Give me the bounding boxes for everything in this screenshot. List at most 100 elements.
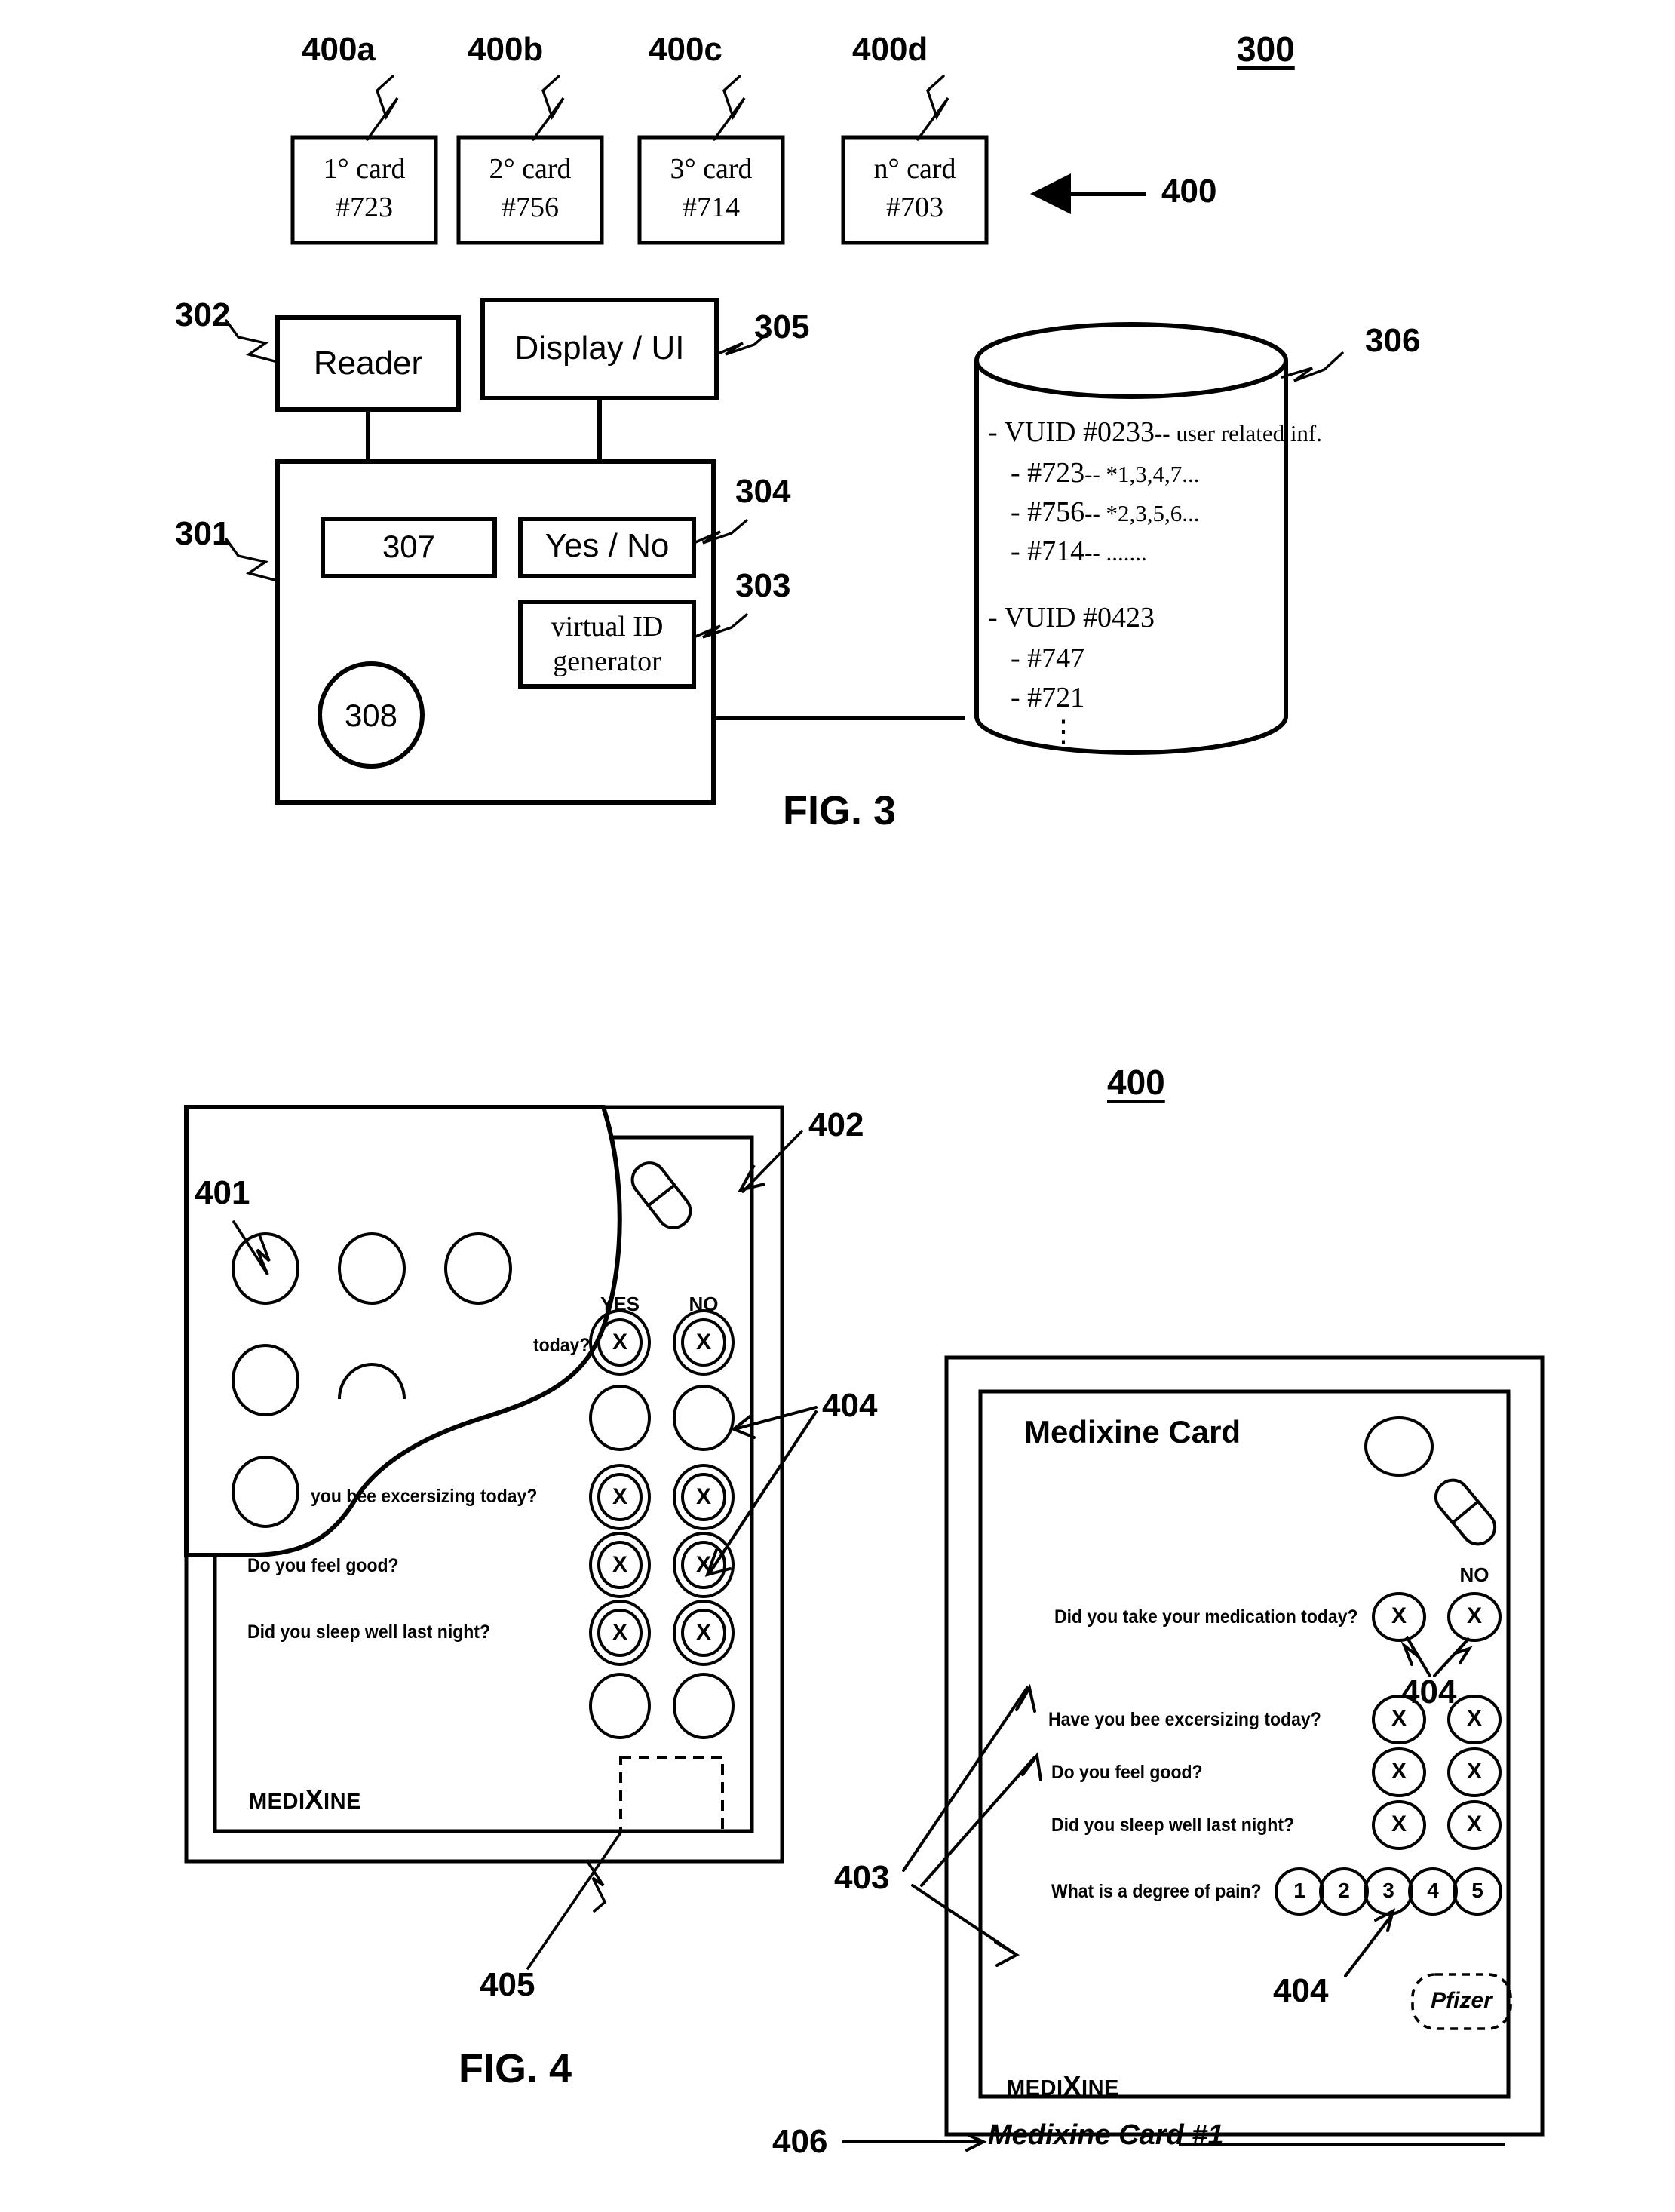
leader-404-right-bottom [1344,1914,1393,1977]
leader-403-b-arrow [1021,1752,1042,1781]
blister-cavity [1364,1416,1434,1477]
answer-x-glyph[interactable]: X [597,1486,643,1508]
answer-x-glyph[interactable]: X [597,1621,643,1644]
card-ref-400b: 400b [468,31,544,68]
answer-x-glyph[interactable]: X [681,1486,726,1508]
ref-306: 306 [1365,322,1421,359]
leader-403-c [911,1884,1016,1955]
leader-400a [366,75,399,141]
leader-402 [741,1130,803,1193]
leader-306 [1281,351,1344,382]
answer-x-glyph[interactable]: X [681,1331,726,1354]
answer-x-glyph[interactable]: X [1452,1813,1497,1836]
answer-x-glyph[interactable]: X [597,1331,643,1354]
answer-x-glyph[interactable]: X [1376,1760,1422,1783]
left-card-question: you bee excersizing today? [311,1486,538,1507]
database-entry-row: - #756-- *2,3,5,6... [1011,498,1200,526]
display-ui-block-label: Display / UI [514,330,685,367]
leader-404-right-top2 [1433,1637,1473,1677]
blister-cavity [338,1232,406,1305]
ref-406: 406 [772,2123,828,2160]
database-entry-tail: -- user related inf. [1154,420,1323,446]
right-card-outer [944,1355,1545,2137]
database-entry-main: - #756 [1011,496,1085,528]
answer-x-glyph[interactable]: X [1452,1760,1497,1783]
figure-number-300: 300 [1237,29,1295,69]
card-ref-400a: 400a [302,31,376,68]
ref-405: 405 [480,1966,535,2003]
reader-block-label: Reader [313,345,423,382]
leader-400b [532,75,565,141]
blister-cavity [444,1232,512,1305]
left-card-outer [184,1105,784,1864]
ref-301: 301 [175,515,231,552]
ref-303: 303 [735,567,791,604]
answer-x-glyph[interactable]: X [597,1554,643,1576]
ref-402: 402 [808,1106,864,1143]
answer-x-glyph[interactable]: X [1452,1605,1497,1628]
right-card-title: Medixine Card [1024,1414,1241,1450]
database-entry-row: - #714-- ....... [1011,537,1147,566]
card-400d-line2: #703 [886,192,943,223]
database-entry-main: - VUID #0233 [988,416,1155,448]
right-card-question: Did you sleep well last night? [1051,1815,1295,1836]
pain-scale-value[interactable]: 5 [1456,1880,1499,1901]
card-ref-400d: 400d [852,31,928,68]
blister-cavity [232,1456,299,1528]
answer-x-glyph[interactable]: X [1376,1605,1422,1628]
left-card-question: Do you feel good? [247,1555,399,1576]
card-ref-400c: 400c [649,31,722,68]
left-card-question: today? [533,1335,591,1356]
brand-x: X [305,1784,324,1815]
database-entry-row: - VUID #0233-- user related inf. [988,418,1322,446]
answer-x-glyph[interactable]: X [1376,1813,1422,1836]
blister-cavity [232,1344,299,1416]
ref-404-left: 404 [822,1387,878,1424]
ref-404-right-top: 404 [1401,1674,1457,1710]
leader-400d [916,75,949,141]
cards-group-label-400: 400 [1161,173,1217,210]
leader-405-squiggle [587,1861,607,1913]
right-card-question: Do you feel good? [1051,1762,1203,1783]
leader-403-a [902,1686,1029,1872]
blister-cavity [673,1385,735,1451]
chip-area-dashed-box [619,1756,724,1833]
answer-x-glyph[interactable]: X [681,1621,726,1644]
leader-404-lower [709,1410,818,1573]
answer-x-glyph[interactable]: X [1376,1707,1422,1730]
answer-x-glyph[interactable]: X [681,1554,726,1576]
blister-cavity-partial [338,1363,406,1400]
database-entry-row: - #721 [1011,682,1085,713]
component-307-label: 307 [382,529,436,564]
pain-scale-value[interactable]: 1 [1278,1880,1321,1901]
leader-404-arrow-upper [731,1413,756,1439]
left-card-inner [213,1135,754,1833]
card-400c-line1: 3° card [670,153,753,185]
leader-401 [232,1220,271,1275]
leader-402-arrowhead [738,1164,765,1193]
card-400a-line1: 1° card [323,153,406,185]
leader-406-arrow [965,2133,987,2152]
database-entry-row: - #723-- *1,3,4,7... [1011,459,1200,487]
database-ellipsis: ⋮ [1048,714,1078,748]
left-card-no-label: NO [689,1293,719,1315]
blister-cavity [589,1673,651,1739]
leader-303 [692,613,748,639]
pain-scale-value[interactable]: 4 [1412,1880,1454,1901]
patent-figure-sheet: 400a 400b 400c 400d 1° card #723 2° card… [0,0,1675,2212]
leader-302 [225,319,279,364]
card-400c-line2: #714 [683,192,740,223]
database-entry-main: - #714 [1011,535,1085,567]
database-entry-tail: -- *2,3,5,6... [1084,500,1200,526]
ref-401: 401 [195,1174,250,1211]
pain-scale-value[interactable]: 3 [1367,1880,1410,1901]
answer-x-glyph[interactable]: X [1452,1707,1497,1730]
pain-scale-value[interactable]: 2 [1323,1880,1365,1901]
card-400b-line1: 2° card [489,153,572,185]
left-card-question: Did you sleep well last night? [247,1621,491,1643]
card-400b-line2: #756 [502,192,559,223]
ref-304: 304 [735,473,791,510]
leader-403-c-arrow [994,1940,1020,1967]
figure-number-400: 400 [1107,1063,1165,1102]
card-400d-line1: n° card [873,153,956,185]
